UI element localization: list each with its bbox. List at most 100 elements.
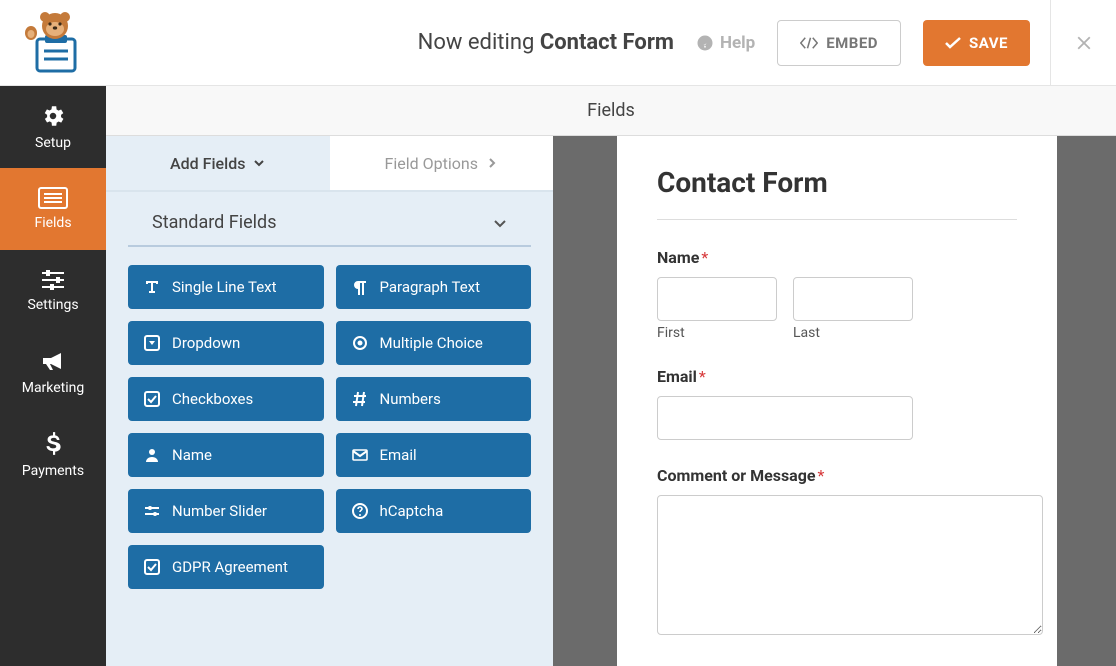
fields-icon (38, 187, 68, 209)
help-link[interactable]: Help (696, 33, 755, 53)
field-checkboxes[interactable]: Checkboxes (128, 377, 324, 421)
chevron-down-icon (253, 157, 265, 169)
now-editing-prefix: Now editing (418, 30, 540, 55)
first-sublabel: First (657, 325, 777, 341)
main: Setup Fields Settings Marketing Payments… (0, 86, 1116, 666)
check-icon (945, 37, 961, 49)
checkbox-icon (144, 559, 160, 575)
sliders-icon (40, 269, 66, 291)
content-area: Fields Add Fields Field Options Standard… (106, 86, 1116, 666)
radio-icon (352, 335, 368, 351)
field-multiple-choice[interactable]: Multiple Choice (336, 321, 532, 365)
preview-title: Contact Form (657, 166, 1017, 220)
field-grid: Single Line Text Paragraph Text Dropdown… (106, 247, 553, 589)
last-name-input[interactable] (793, 277, 913, 321)
name-label: Name* (657, 248, 1017, 267)
comment-row: Comment or Message* (657, 466, 1017, 639)
close-icon[interactable] (1073, 32, 1095, 54)
comment-label: Comment or Message* (657, 466, 1017, 485)
field-hcaptcha[interactable]: hCaptcha (336, 489, 532, 533)
field-label: hCaptcha (380, 502, 444, 520)
question-icon (352, 503, 368, 519)
required-marker: * (699, 367, 706, 386)
comment-label-text: Comment or Message (657, 466, 816, 485)
last-name-col: Last (793, 277, 913, 341)
field-label: Email (380, 446, 417, 464)
first-name-input[interactable] (657, 277, 777, 321)
required-marker: * (818, 466, 825, 485)
field-label: Multiple Choice (380, 334, 483, 352)
tab-add-fields-label: Add Fields (170, 154, 245, 173)
sidebar-label-marketing: Marketing (22, 380, 85, 396)
sidebar-label-settings: Settings (27, 297, 78, 313)
embed-icon (800, 36, 818, 50)
field-email[interactable]: Email (336, 433, 532, 477)
field-label: Checkboxes (172, 390, 253, 408)
fields-heading: Fields (106, 86, 1116, 136)
envelope-icon (352, 447, 368, 463)
section-standard-fields[interactable]: Standard Fields (128, 192, 531, 247)
sidebar-item-fields[interactable]: Fields (0, 168, 106, 250)
top-bar: Now editing Contact Form Help EMBED SAVE (0, 0, 1116, 86)
sidebar-item-payments[interactable]: Payments (0, 414, 106, 496)
field-paragraph-text[interactable]: Paragraph Text (336, 265, 532, 309)
field-numbers[interactable]: Numbers (336, 377, 532, 421)
chevron-right-icon (486, 157, 498, 169)
paragraph-icon (352, 279, 368, 295)
embed-button[interactable]: EMBED (777, 20, 901, 66)
left-panel: Add Fields Field Options Standard Fields (106, 136, 554, 666)
email-label: Email* (657, 367, 1017, 386)
field-label: Number Slider (172, 502, 267, 520)
field-single-line-text[interactable]: Single Line Text (128, 265, 324, 309)
email-input[interactable] (657, 396, 913, 440)
sidebar-item-marketing[interactable]: Marketing (0, 332, 106, 414)
field-label: Name (172, 446, 212, 464)
first-name-col: First (657, 277, 777, 341)
wpforms-logo (17, 11, 89, 75)
checkbox-icon (144, 391, 160, 407)
save-label: SAVE (969, 34, 1008, 52)
right-panel: Contact Form Name* First Last (554, 136, 1116, 666)
sidebar-label-fields: Fields (34, 215, 71, 231)
logo-area (0, 0, 106, 85)
left-tabs: Add Fields Field Options (106, 136, 553, 192)
gear-icon (40, 103, 66, 129)
field-gdpr[interactable]: GDPR Agreement (128, 545, 324, 589)
field-name[interactable]: Name (128, 433, 324, 477)
field-label: Dropdown (172, 334, 240, 352)
user-icon (144, 447, 160, 463)
last-sublabel: Last (793, 325, 913, 341)
tab-field-options[interactable]: Field Options (330, 136, 554, 190)
slider-icon (144, 503, 160, 519)
form-name: Contact Form (540, 30, 674, 55)
field-label: GDPR Agreement (172, 558, 288, 576)
email-row: Email* (657, 367, 1017, 440)
sidebar-item-settings[interactable]: Settings (0, 250, 106, 332)
sidebar-item-setup[interactable]: Setup (0, 86, 106, 168)
close-area (1050, 0, 1116, 85)
sidebar-label-payments: Payments (22, 463, 84, 479)
tab-add-fields[interactable]: Add Fields (106, 136, 330, 190)
tab-field-options-label: Field Options (385, 154, 478, 173)
field-label: Numbers (380, 390, 441, 408)
text-icon (144, 279, 160, 295)
now-editing-text: Now editing Contact Form (418, 30, 674, 55)
sidebar-label-setup: Setup (35, 135, 71, 151)
title-area: Now editing Contact Form Help EMBED SAVE (106, 20, 1050, 66)
name-label-text: Name (657, 248, 699, 267)
help-label: Help (720, 33, 755, 53)
dropdown-icon (144, 335, 160, 351)
embed-label: EMBED (826, 34, 878, 52)
name-row: First Last (657, 277, 1017, 341)
required-marker: * (701, 248, 708, 267)
hash-icon (352, 391, 368, 407)
save-button[interactable]: SAVE (923, 20, 1030, 66)
comment-textarea[interactable] (657, 495, 1043, 635)
help-icon (696, 34, 714, 52)
bullhorn-icon (40, 350, 66, 374)
field-dropdown[interactable]: Dropdown (128, 321, 324, 365)
email-label-text: Email (657, 367, 697, 386)
field-number-slider[interactable]: Number Slider (128, 489, 324, 533)
panels: Add Fields Field Options Standard Fields (106, 136, 1116, 666)
dollar-icon (44, 431, 62, 457)
